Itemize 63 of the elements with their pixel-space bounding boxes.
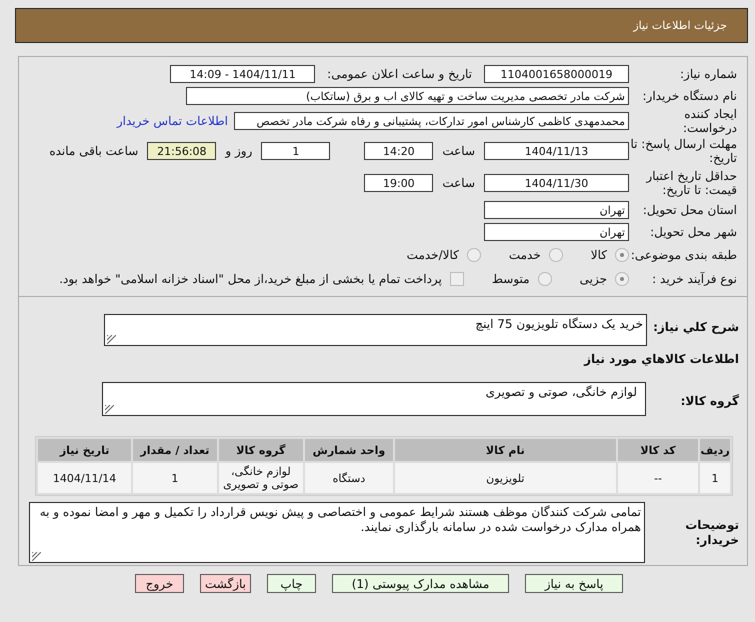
option-label: کالا: [590, 248, 607, 262]
input-field: 1104001658000019: [484, 65, 629, 83]
action-button[interactable]: خروج: [135, 574, 184, 593]
field-label: طبقه بندی موضوعی:: [630, 248, 738, 262]
field-label: توضیحات خریدار:: [684, 517, 740, 548]
column-header: نام کالا: [394, 439, 616, 461]
column-header: تعداد / مقدار: [133, 439, 216, 461]
field-label: ساعت باقی مانده: [49, 144, 138, 158]
countdown-field: 21:56:08: [147, 142, 216, 160]
field-label: مهلت ارسال پاسخ: تا تاریخ:: [629, 137, 738, 165]
table-cell: 1: [133, 463, 216, 493]
field-label: نوع فرآیند خرید :: [651, 272, 738, 286]
input-field: محمدمهدی کاظمی کارشناس امور تدارکات، پشتیبانی و رفاه شرکت مادر تخصص: [234, 112, 629, 130]
field-label: شماره نیاز:: [679, 67, 738, 81]
input-field: 14:20: [364, 142, 434, 160]
table-cell: --: [618, 463, 698, 493]
field-label: استان محل تحویل:: [642, 203, 738, 217]
text-area: لوازم خانگی، صوتی و تصویری: [102, 382, 646, 416]
table-cell: تلویزیون: [394, 463, 616, 493]
table-cell: دستگاه: [305, 463, 393, 493]
column-header: گروه کالا: [218, 439, 304, 461]
field-label: حداقل تاریخ اعتبار قیمت: تا تاریخ:: [644, 169, 738, 197]
table-cell: 1404/11/14: [38, 463, 132, 493]
input-field: شرکت مادر تخصصی مدیریت ساخت و تهیه کالای اب و برق (ساتکاب): [186, 87, 629, 105]
action-button[interactable]: مشاهده مدارک پیوستی (1): [332, 574, 509, 593]
resize-grip-icon[interactable]: [32, 552, 41, 561]
action-button[interactable]: چاپ: [267, 574, 316, 593]
option-label: متوسط: [492, 272, 530, 286]
field-label: ایجاد کننده درخواست:: [682, 107, 738, 135]
checkbox-label: پرداخت تمام یا بخشی از مبلغ خرید،از محل "اسناد خزانه اسلامی" خواهد بود.: [59, 272, 442, 286]
column-header: واحد شمارش: [305, 439, 393, 461]
input-field: 1404/11/13: [484, 142, 629, 160]
contact-link[interactable]: اطلاعات تماس خریدار: [116, 114, 228, 128]
input-field: تهران: [484, 223, 629, 241]
page-title: جزئیات اطلاعات نیاز: [633, 19, 727, 32]
text-area: تمامی شرکت کنندگان موظف هستند شرایط عمومی و اختصاصی و پیش نویس قرارداد را تکمیل و مهر و امضا نموده و به همراه مدارک درخواست شده در سامانه بارگذاری نمایند.: [29, 502, 645, 563]
field-label: تاریخ و ساعت اعلان عمومی:: [327, 67, 472, 81]
option-label: جزیی: [580, 272, 607, 286]
column-header: تاریخ نیاز: [38, 439, 132, 461]
input-field: 19:00: [364, 174, 434, 192]
input-field: 1: [261, 142, 330, 160]
section-heading: اطلاعات کالاهاي مورد نياز: [582, 351, 740, 368]
text-area: خرید یک دستگاه تلویزیون 75 اینچ: [104, 314, 647, 346]
field-label: گروه کالا:: [680, 393, 740, 408]
field-label: روز و: [225, 144, 252, 158]
input-field: 1404/11/30: [484, 174, 629, 192]
field-label: ساعت: [442, 144, 475, 158]
field-label: ساعت: [442, 176, 475, 190]
action-button[interactable]: پاسخ به نیاز: [525, 574, 623, 593]
resize-grip-icon[interactable]: [107, 335, 116, 344]
column-header: کد کالا: [618, 439, 698, 461]
input-field: تهران: [484, 201, 629, 219]
field-label: شهر محل تحویل:: [649, 225, 738, 239]
field-label: نام دستگاه خریدار:: [642, 89, 738, 103]
option-label: کالا/خدمت: [406, 248, 459, 262]
action-button[interactable]: بازگشت: [200, 574, 251, 593]
resize-grip-icon[interactable]: [105, 405, 114, 414]
table-cell: 1: [700, 463, 730, 493]
table-cell: لوازم خانگی، صوتی و تصویری: [218, 463, 304, 493]
field-label: شرح کلي نياز:: [652, 319, 740, 334]
column-header: ردیف: [700, 439, 730, 461]
option-label: خدمت: [508, 248, 541, 262]
input-field: 1404/11/11 - 14:09: [170, 65, 316, 83]
